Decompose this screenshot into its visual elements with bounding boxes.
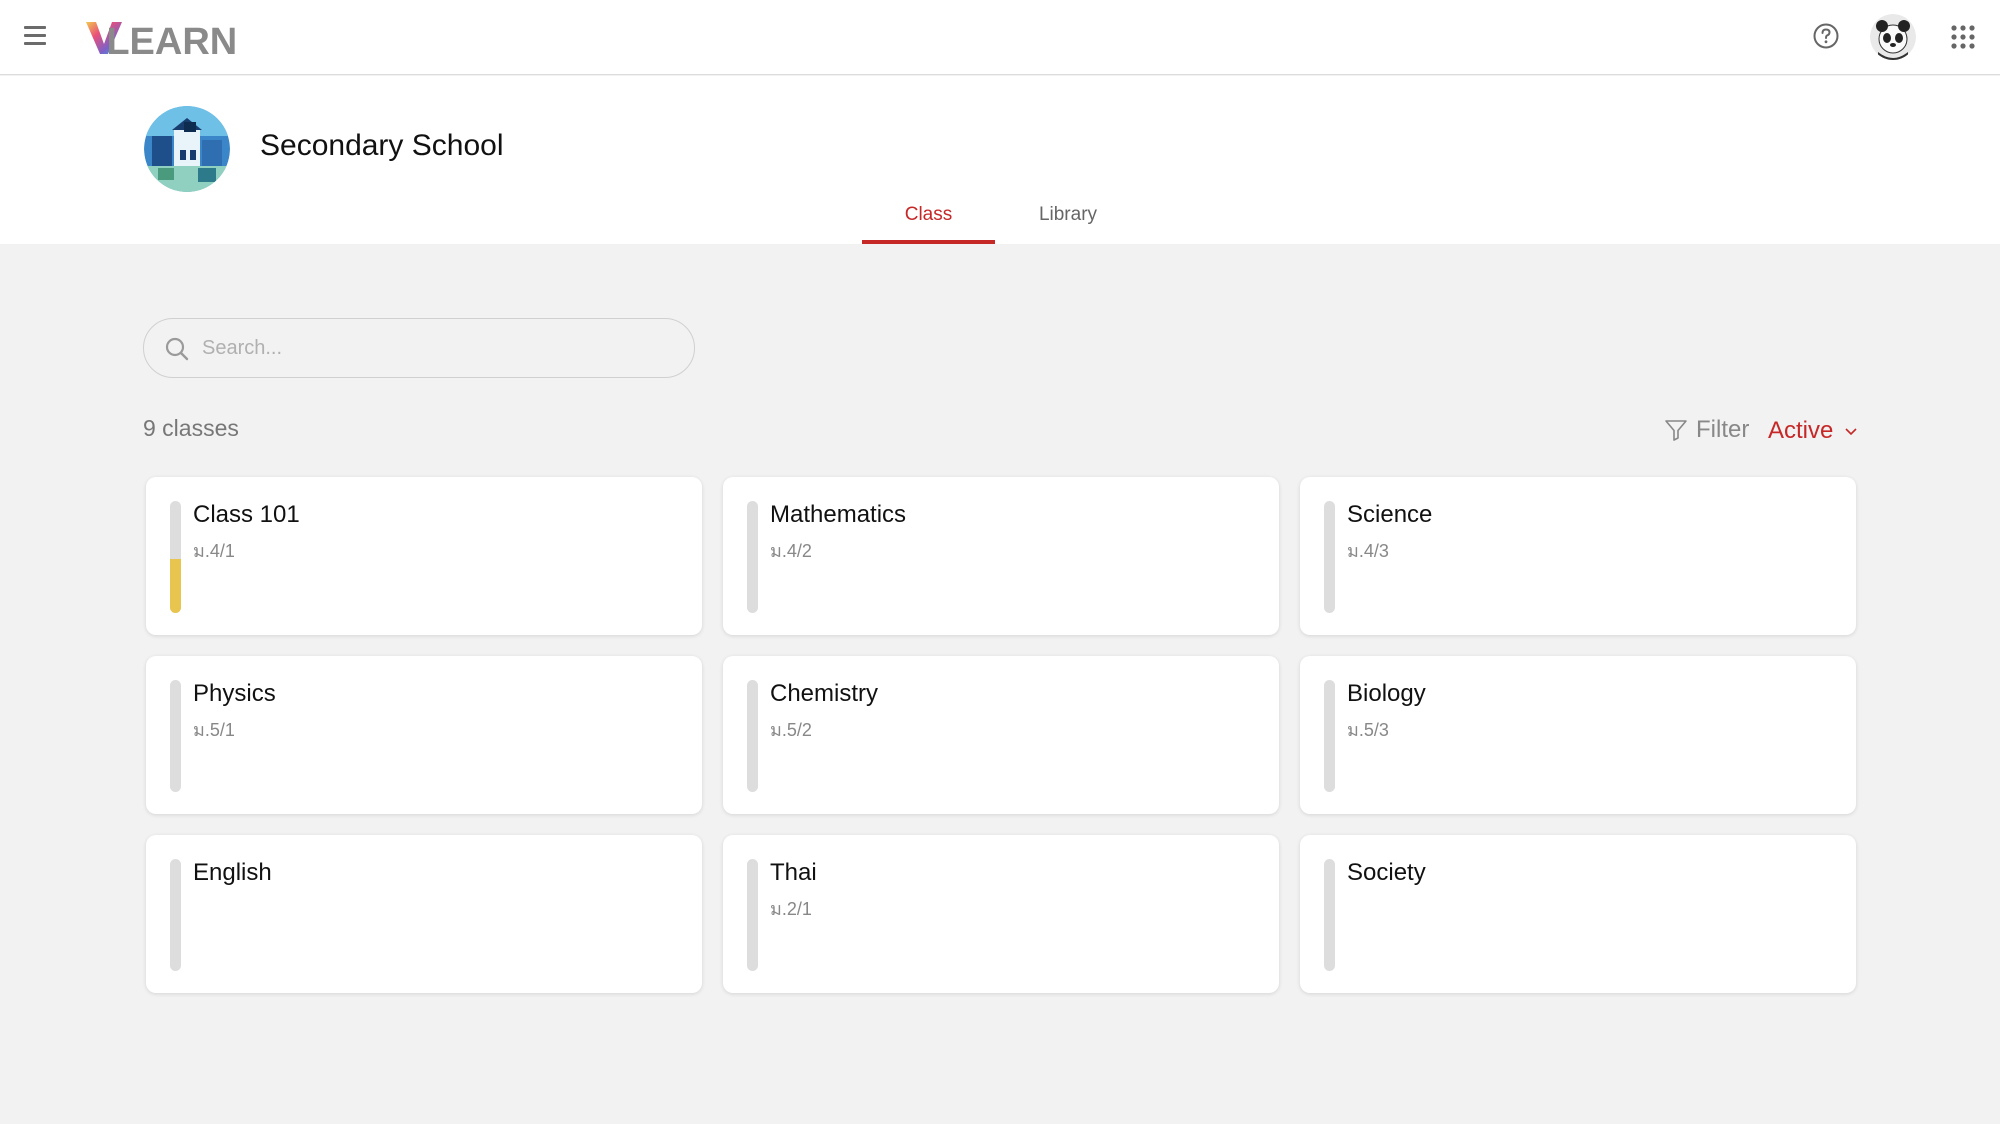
class-title: Biology (1347, 680, 1426, 707)
search-icon (165, 337, 189, 361)
user-avatar[interactable] (1870, 14, 1916, 60)
filter-button[interactable]: Filter (1664, 414, 1749, 446)
class-subtitle: ม.5/3 (1347, 720, 1389, 740)
school-logo (144, 106, 230, 192)
class-title: Thai (770, 859, 817, 886)
progress-bar (170, 680, 181, 792)
tab-library[interactable]: Library (1003, 196, 1133, 244)
search-input[interactable] (202, 331, 672, 365)
filter-icon (1665, 420, 1687, 441)
class-subtitle: ม.5/1 (193, 720, 235, 740)
class-grid: Class 101 ม.4/1 Mathematics ม.4/2 Scienc… (146, 477, 1856, 993)
class-card[interactable]: Thai ม.2/1 (723, 835, 1279, 993)
class-subtitle: ม.4/2 (770, 541, 812, 561)
class-title: Society (1347, 859, 1426, 886)
class-subtitle: ม.4/3 (1347, 541, 1389, 561)
class-count: 9 classes (143, 415, 239, 441)
school-name: Secondary School (260, 129, 504, 162)
progress-bar (747, 680, 758, 792)
class-title: Class 101 (193, 501, 300, 528)
status-dropdown[interactable]: Active (1768, 415, 1859, 447)
class-card[interactable]: Physics ม.5/1 (146, 656, 702, 814)
filter-label: Filter (1696, 416, 1750, 443)
progress-bar (170, 501, 181, 613)
class-title: Science (1347, 501, 1433, 528)
class-card[interactable]: Class 101 ม.4/1 (146, 477, 702, 635)
class-subtitle: ม.2/1 (770, 899, 812, 919)
progress-bar (1324, 501, 1335, 613)
class-card[interactable]: Science ม.4/3 (1300, 477, 1856, 635)
chevron-down-icon (1845, 428, 1857, 436)
class-card[interactable]: English (146, 835, 702, 993)
progress-bar (1324, 859, 1335, 971)
progress-bar-fill (170, 559, 181, 613)
class-card[interactable]: Mathematics ม.4/2 (723, 477, 1279, 635)
apps-grid-icon[interactable] (1950, 24, 1976, 50)
progress-bar (1324, 680, 1335, 792)
top-bar: VLEARN (0, 0, 2000, 75)
class-card[interactable]: Society (1300, 835, 1856, 993)
class-title: Chemistry (770, 680, 879, 707)
progress-bar (747, 501, 758, 613)
status-selected-value: Active (1768, 417, 1834, 444)
help-icon[interactable] (1812, 22, 1840, 50)
class-title: Mathematics (770, 501, 907, 528)
class-subtitle: ม.5/2 (770, 720, 812, 740)
class-card[interactable]: Biology ม.5/3 (1300, 656, 1856, 814)
class-subtitle: ม.4/1 (193, 541, 235, 561)
school-header: Secondary School Class Library (0, 76, 2000, 244)
search-box[interactable] (143, 318, 695, 378)
progress-bar (747, 859, 758, 971)
hamburger-menu-icon[interactable] (24, 26, 50, 48)
class-title: Physics (193, 680, 276, 707)
class-title: English (193, 859, 272, 886)
tab-class[interactable]: Class (862, 196, 995, 244)
vlearn-logo[interactable]: VLEARN (84, 14, 244, 60)
progress-bar (170, 859, 181, 971)
class-card[interactable]: Chemistry ม.5/2 (723, 656, 1279, 814)
